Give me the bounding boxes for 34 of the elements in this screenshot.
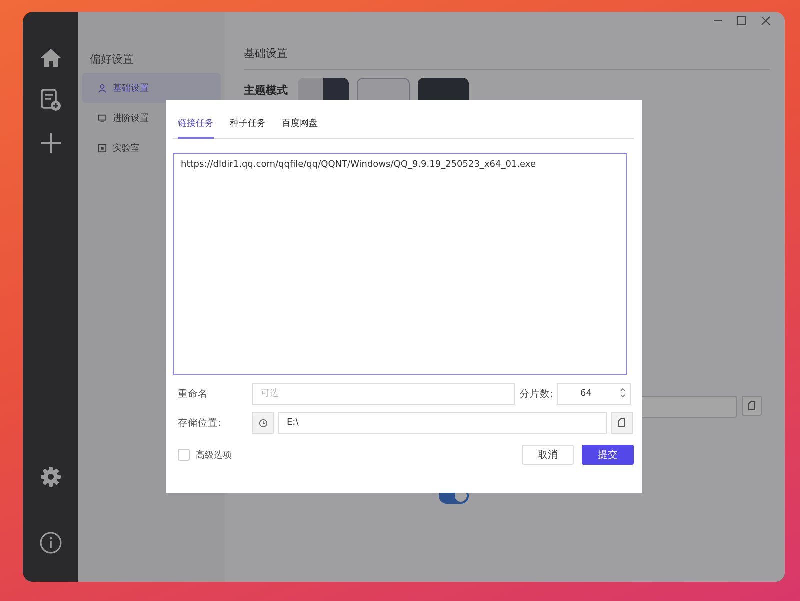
close-icon[interactable] bbox=[761, 16, 771, 26]
theme-label: 主题模式 bbox=[244, 83, 288, 98]
settings-icon[interactable] bbox=[40, 466, 62, 488]
file-icon bbox=[618, 418, 626, 428]
document-add-icon[interactable] bbox=[40, 88, 62, 112]
advanced-checkbox[interactable] bbox=[178, 449, 190, 461]
user-icon bbox=[98, 84, 107, 92]
shards-field[interactable]: 64 bbox=[557, 383, 632, 405]
browse-button[interactable] bbox=[611, 412, 633, 434]
clock-icon bbox=[258, 418, 268, 428]
advanced-label: 高级选项 bbox=[196, 450, 233, 462]
spinner-arrows-icon[interactable] bbox=[620, 388, 626, 398]
cancel-button[interactable]: 取消 bbox=[522, 445, 574, 465]
storage-label: 存储位置: bbox=[178, 416, 222, 430]
url-textarea[interactable]: https://dldir1.qq.com/qqfile/qq/QQNT/Windows/QQ_9.9.19_250523_x64_01.exe bbox=[173, 153, 627, 375]
history-button[interactable] bbox=[252, 412, 274, 434]
submit-button[interactable]: 提交 bbox=[582, 445, 634, 465]
home-icon[interactable] bbox=[40, 48, 62, 68]
file-icon bbox=[748, 401, 756, 411]
tab[interactable]: 种子任务 bbox=[230, 114, 266, 139]
rename-label: 重命名 bbox=[178, 388, 209, 400]
tab[interactable]: 链接任务 bbox=[178, 114, 214, 139]
info-icon[interactable] bbox=[40, 532, 62, 554]
folder-button[interactable] bbox=[742, 396, 762, 416]
monitor-icon bbox=[98, 114, 107, 122]
storage-path-field[interactable]: E:\ bbox=[278, 412, 607, 434]
maximize-icon[interactable] bbox=[737, 16, 747, 26]
shards-label: 分片数: bbox=[520, 388, 554, 400]
tab[interactable]: 百度网盘 bbox=[282, 114, 318, 139]
lab-icon bbox=[98, 144, 107, 152]
rename-field[interactable]: 可选 bbox=[252, 383, 515, 405]
page-title: 基础设置 bbox=[244, 46, 770, 70]
plus-icon[interactable] bbox=[40, 132, 62, 154]
sidebar-title: 偏好设置 bbox=[89, 52, 135, 68]
